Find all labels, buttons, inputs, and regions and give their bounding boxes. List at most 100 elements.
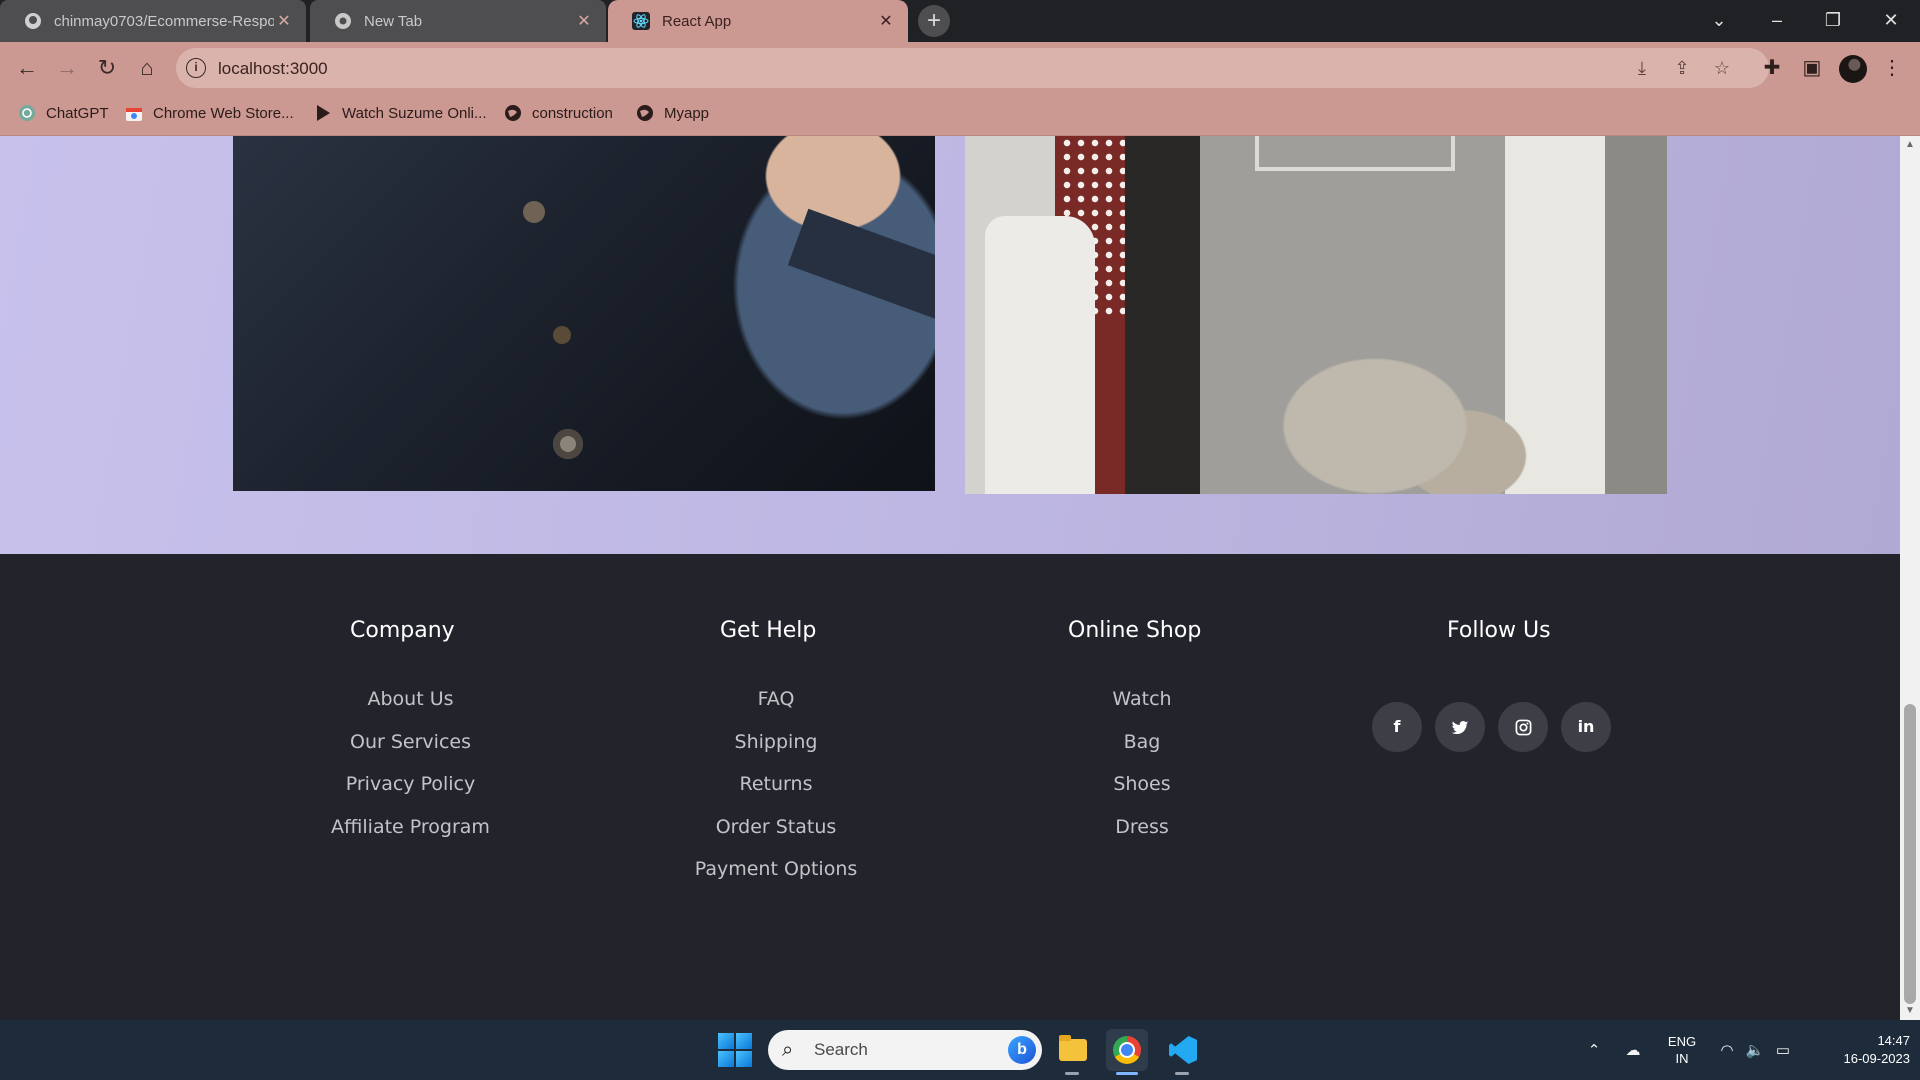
menu-kebab-icon[interactable]: ⋮	[1876, 52, 1908, 84]
bookmark-label: Myapp	[664, 104, 710, 122]
tab-react-app[interactable]: React App ✕	[608, 0, 908, 42]
photo-detail	[985, 216, 1095, 494]
footer-link-faq[interactable]: FAQ	[636, 678, 916, 721]
clothing-rack-photo	[965, 136, 1667, 494]
tab-title: chinmay0703/Ecommerse-Responsive	[54, 12, 274, 30]
bookmark-star-icon[interactable]: ☆	[1710, 56, 1734, 80]
footer-link-watch[interactable]: Watch	[1002, 678, 1282, 721]
clock-time: 14:47	[1877, 1033, 1910, 1048]
taskbar-search[interactable]: ⌕ Search b	[768, 1030, 1042, 1070]
instagram-icon[interactable]	[1498, 702, 1548, 752]
footer-link-about-us[interactable]: About Us	[271, 678, 550, 721]
wifi-icon[interactable]: ◠	[1714, 1020, 1740, 1080]
bookmark-label: ChatGPT	[46, 104, 109, 122]
file-explorer-icon[interactable]	[1051, 1029, 1093, 1075]
scrollbar-thumb[interactable]	[1904, 704, 1916, 1004]
bing-icon[interactable]: b	[1008, 1036, 1036, 1064]
social-links: f in	[1372, 702, 1611, 752]
search-placeholder: Search	[814, 1040, 868, 1059]
gallery-section	[0, 136, 1900, 554]
profile-avatar[interactable]	[1839, 55, 1867, 83]
home-icon[interactable]: ⌂	[129, 50, 165, 86]
windows-start-icon[interactable]	[718, 1033, 752, 1067]
bookmark-construction[interactable]: construction	[504, 104, 613, 122]
forward-icon[interactable]: →	[49, 50, 85, 86]
extensions-icon[interactable]: ✚	[1756, 52, 1788, 84]
onedrive-icon[interactable]: ☁	[1618, 1020, 1648, 1080]
volume-icon[interactable]: 🔈	[1742, 1020, 1768, 1080]
back-icon[interactable]: ←	[9, 50, 45, 86]
footer-link-privacy-policy[interactable]: Privacy Policy	[271, 763, 550, 806]
windows-taskbar: ⌕ Search b ⌃ ☁ ENG IN ◠ 🔈 ▭ 14:47 16-09-…	[0, 1020, 1920, 1080]
bookmark-chatgpt[interactable]: ChatGPT	[18, 104, 109, 122]
globe-icon	[637, 105, 653, 121]
bookmark-myapp[interactable]: Myapp	[636, 104, 709, 122]
footer-heading: Company	[350, 618, 455, 643]
language-code: ENG	[1667, 1034, 1697, 1049]
facebook-icon[interactable]: f	[1372, 702, 1422, 752]
chrome-icon	[335, 13, 351, 29]
footer-link-bag[interactable]: Bag	[1002, 721, 1282, 764]
bookmarks-bar: ChatGPT Chrome Web Store... Watch Suzume…	[0, 94, 1920, 136]
instagram-glyph	[1515, 719, 1531, 736]
page-scrollbar[interactable]: ▲ ▼	[1900, 136, 1920, 1020]
close-tab-icon[interactable]: ✕	[876, 11, 896, 31]
url-text: localhost:3000	[218, 59, 328, 78]
clock-date: 16-09-2023	[1843, 1051, 1911, 1066]
bookmark-label: Chrome Web Store...	[153, 104, 294, 122]
photo-detail	[787, 208, 935, 324]
site-footer: Company About Us Our Services Privacy Po…	[0, 554, 1900, 1020]
side-panel-icon[interactable]: ▣	[1796, 52, 1828, 84]
footer-column-get-help: Get Help FAQ Shipping Returns Order Stat…	[616, 618, 916, 891]
close-tab-icon[interactable]: ✕	[574, 11, 594, 31]
footer-link-returns[interactable]: Returns	[636, 763, 916, 806]
footer-link-shoes[interactable]: Shoes	[1002, 763, 1282, 806]
language-indicator[interactable]: ENG IN	[1662, 1033, 1702, 1067]
show-hidden-icons[interactable]: ⌃	[1580, 1020, 1608, 1080]
tab-title: React App	[662, 12, 732, 30]
play-icon	[317, 105, 330, 121]
photo-detail	[553, 429, 583, 459]
linkedin-icon[interactable]: in	[1561, 702, 1611, 752]
vscode-icon[interactable]	[1161, 1029, 1203, 1075]
bookmark-chrome-web-store[interactable]: Chrome Web Store...	[125, 104, 294, 122]
install-app-icon[interactable]: ⤓	[1630, 56, 1654, 80]
chrome-taskbar-icon[interactable]	[1106, 1029, 1148, 1075]
footer-link-order-status[interactable]: Order Status	[636, 806, 916, 849]
bookmark-label: Watch Suzume Onli...	[342, 104, 487, 122]
footer-link-shipping[interactable]: Shipping	[636, 721, 916, 764]
twitter-bird-glyph	[1451, 720, 1469, 734]
footer-link-payment-options[interactable]: Payment Options	[636, 848, 916, 891]
minimize-icon[interactable]: –	[1752, 0, 1802, 42]
footer-heading: Get Help	[720, 618, 817, 643]
new-tab-button[interactable]: +	[918, 5, 950, 37]
footer-link-dress[interactable]: Dress	[1002, 806, 1282, 849]
globe-icon	[505, 105, 521, 121]
scroll-down-icon[interactable]: ▼	[1900, 1002, 1920, 1020]
tab-github[interactable]: chinmay0703/Ecommerse-Responsive ✕	[0, 0, 306, 42]
footer-column-online-shop: Online Shop Watch Bag Shoes Dress	[982, 618, 1282, 848]
footer-link-our-services[interactable]: Our Services	[271, 721, 550, 764]
close-tab-icon[interactable]: ✕	[274, 11, 294, 31]
battery-icon[interactable]: ▭	[1770, 1020, 1796, 1080]
scroll-up-icon[interactable]: ▲	[1900, 136, 1920, 154]
tab-title: New Tab	[364, 12, 423, 30]
footer-link-affiliate-program[interactable]: Affiliate Program	[271, 806, 550, 849]
site-info-icon[interactable]: i	[186, 58, 206, 78]
system-clock[interactable]: 14:47 16-09-2023	[1810, 1032, 1911, 1068]
footer-heading: Online Shop	[1068, 618, 1202, 643]
share-icon[interactable]: ⇪	[1670, 56, 1694, 80]
address-bar[interactable]: i localhost:3000 ⤓ ⇪ ☆	[176, 48, 1769, 88]
reload-icon[interactable]: ↻	[89, 50, 125, 86]
tab-strip: chinmay0703/Ecommerse-Responsive ✕ New T…	[0, 0, 1920, 42]
github-icon	[25, 13, 41, 29]
chatgpt-icon	[19, 105, 35, 121]
restore-icon[interactable]: ❐	[1808, 0, 1858, 42]
tab-search-icon[interactable]: ⌄	[1694, 0, 1744, 42]
twitter-icon[interactable]	[1435, 702, 1485, 752]
close-window-icon[interactable]: ✕	[1866, 0, 1916, 42]
bookmark-watch-suzume[interactable]: Watch Suzume Onli...	[314, 104, 487, 122]
tab-new-tab[interactable]: New Tab ✕	[310, 0, 606, 42]
photo-detail	[523, 201, 545, 223]
browser-toolbar: ← → ↻ ⌂ i localhost:3000 ⤓ ⇪ ☆ ✚ ▣ ⋮	[0, 42, 1920, 94]
